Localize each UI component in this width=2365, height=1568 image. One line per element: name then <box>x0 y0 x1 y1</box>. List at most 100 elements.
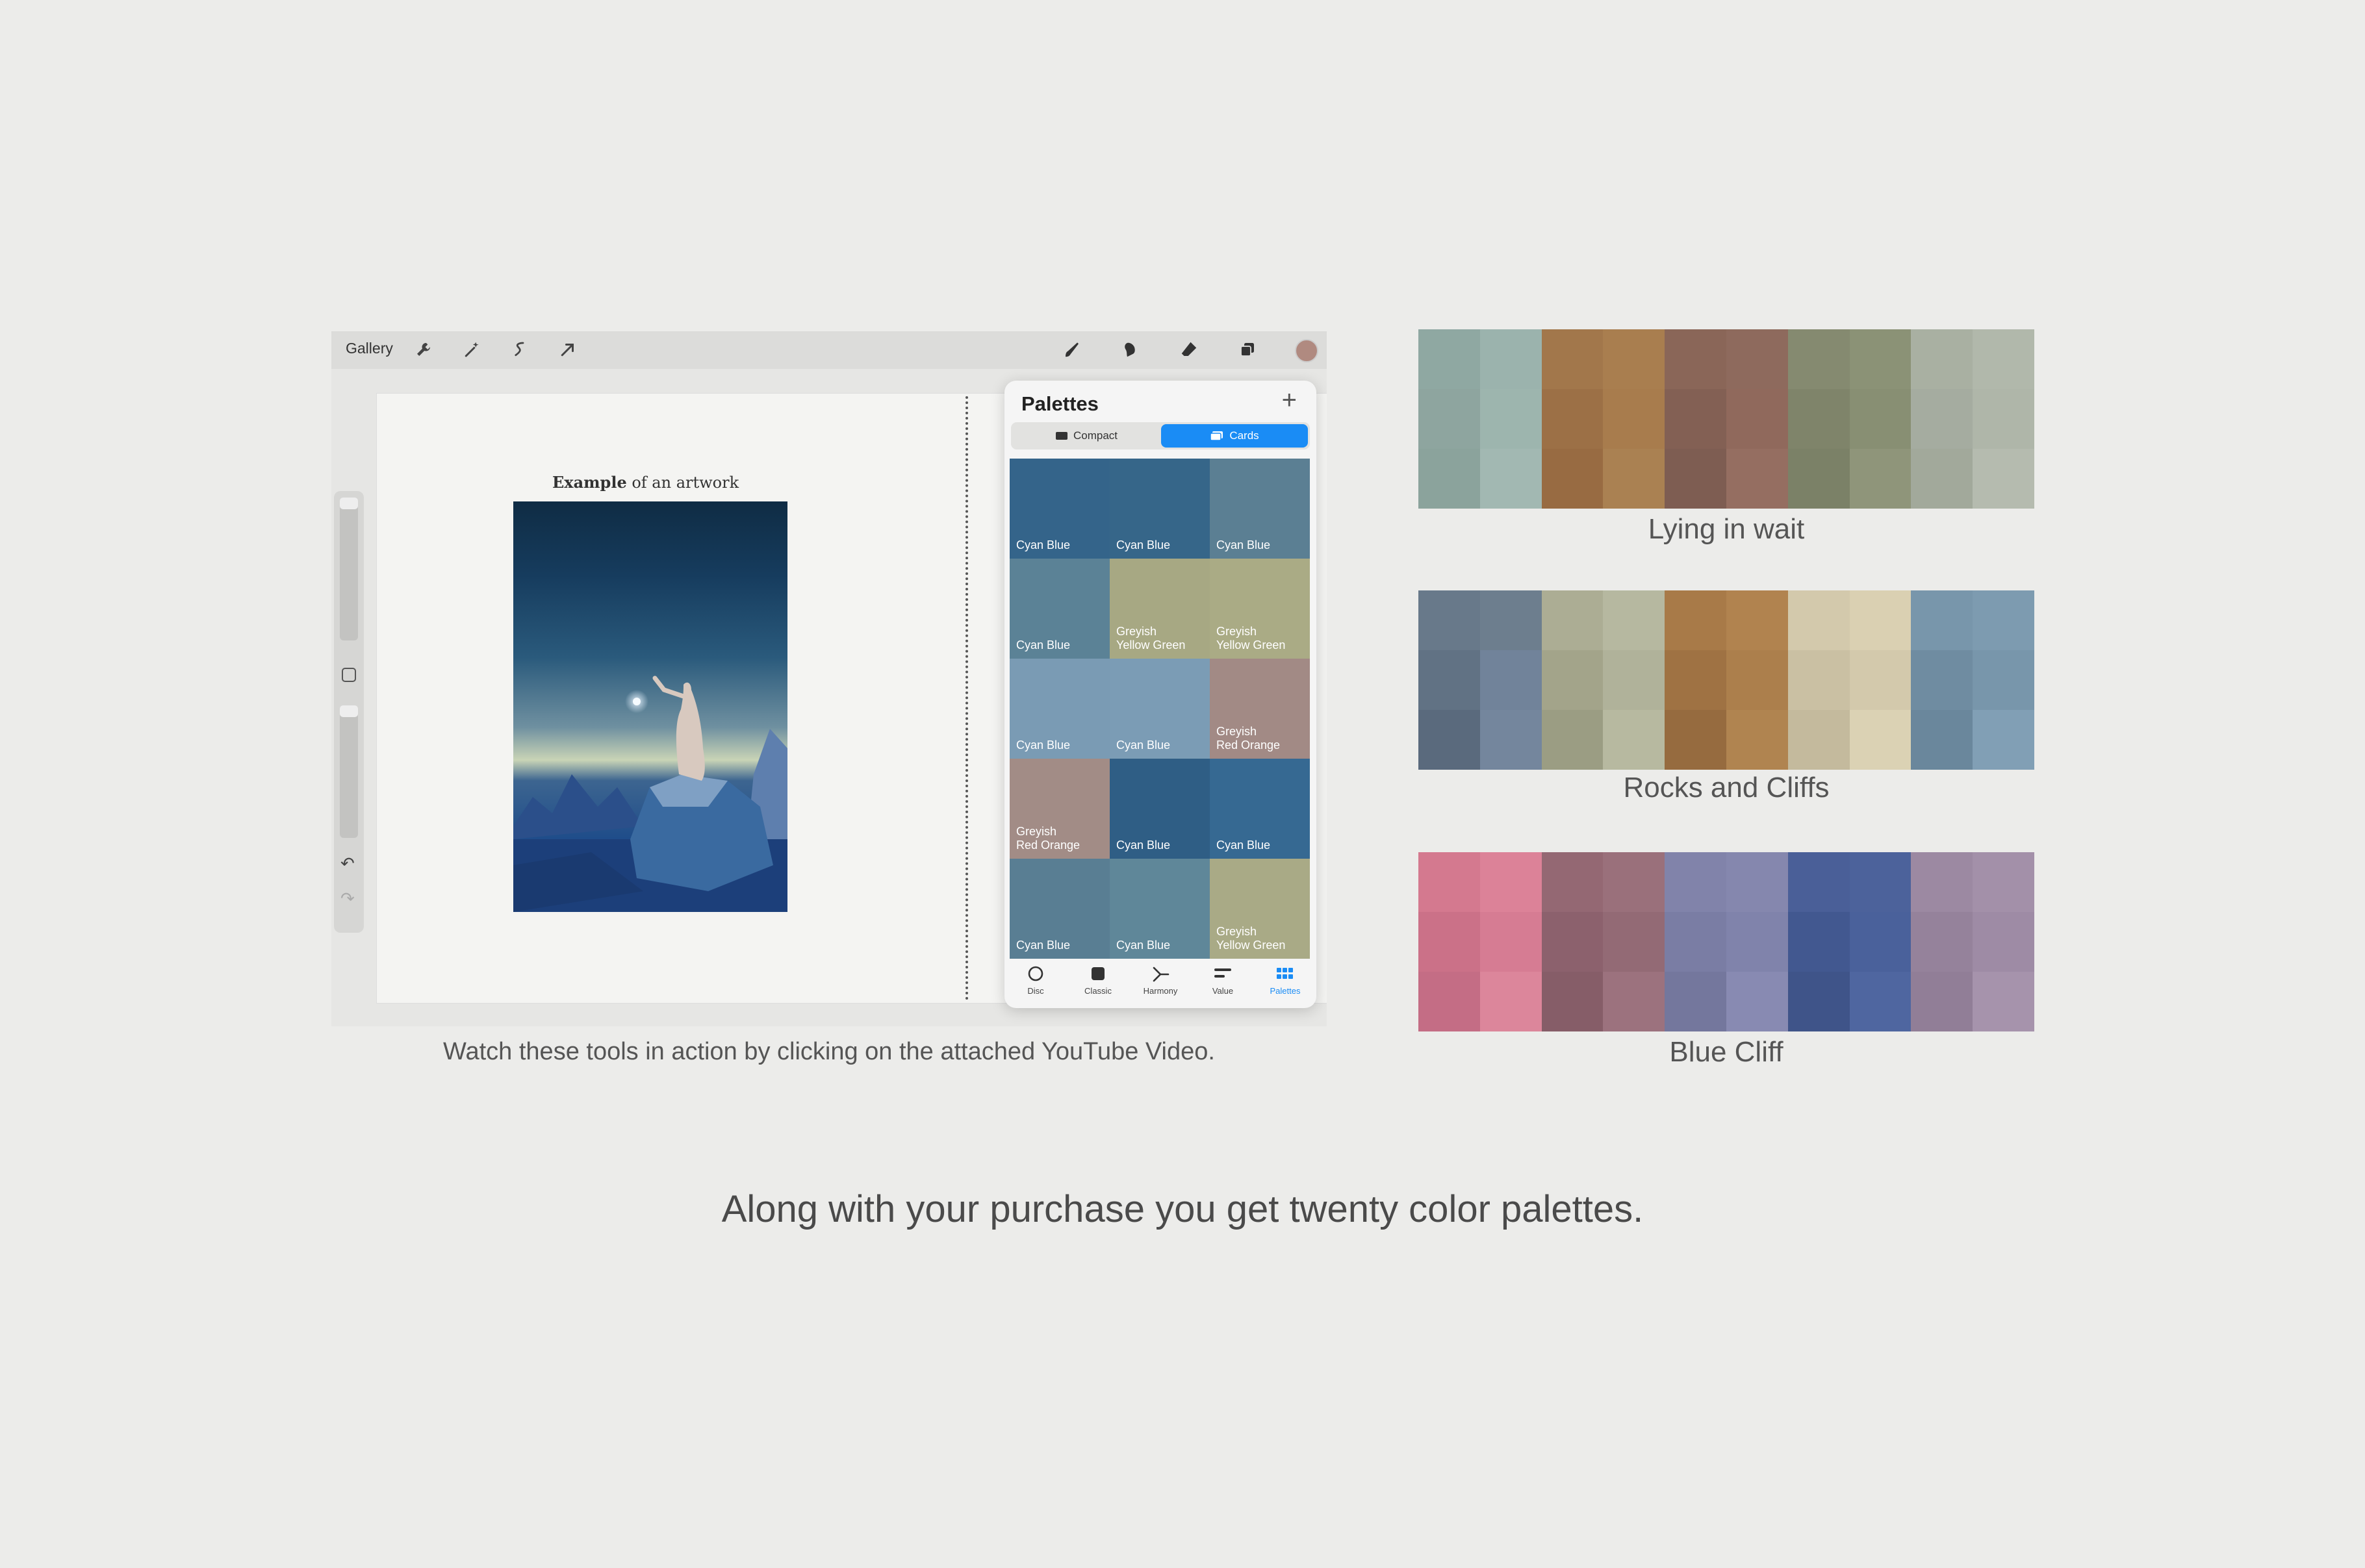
swatch-column <box>1418 329 1480 509</box>
swatch-column <box>1911 852 1973 1031</box>
swatch-cell <box>1726 590 1788 650</box>
tab-disc[interactable]: Disc <box>1010 959 1062 1008</box>
swatch-cell <box>1787 912 1850 972</box>
palette-card[interactable]: Cyan Blue <box>1110 859 1210 959</box>
swatch-cell <box>1541 389 1604 449</box>
swatch-cell <box>1849 912 1911 972</box>
swatch-cell <box>1726 852 1788 912</box>
swatch-cell <box>1479 449 1542 509</box>
palette-card-label: Greyish Red Orange <box>1216 725 1281 752</box>
swatch-cell <box>1418 329 1480 389</box>
swatch-cell <box>1665 650 1726 710</box>
swatch-cell <box>1787 972 1850 1031</box>
palette-card[interactable]: Cyan Blue <box>1010 859 1110 959</box>
swatch-cell <box>1603 912 1665 972</box>
swatch-cell <box>1787 852 1850 912</box>
swatch-column <box>1418 852 1480 1031</box>
smudge-icon[interactable] <box>1119 338 1142 361</box>
palette-card[interactable]: Cyan Blue <box>1110 459 1210 559</box>
swatch-cell <box>1726 972 1788 1031</box>
swatch-cell <box>1665 329 1726 389</box>
swatch-cell <box>1665 972 1726 1031</box>
swatch-column <box>1849 590 1911 770</box>
swatch-cell <box>1603 650 1665 710</box>
palette-card[interactable]: Greyish Red Orange <box>1010 759 1110 859</box>
swatch-cell <box>1479 972 1542 1031</box>
swatch-cell <box>1418 710 1480 770</box>
palette-name: Blue Cliff <box>1669 1036 1783 1068</box>
wrench-icon[interactable] <box>412 338 435 361</box>
brush-size-slider[interactable] <box>340 498 358 640</box>
palette-card[interactable]: Cyan Blue <box>1110 659 1210 759</box>
value-icon <box>1213 964 1233 983</box>
tab-value[interactable]: Value <box>1197 959 1249 1008</box>
selection-icon[interactable] <box>508 338 531 361</box>
palette-swatch-blue-cliff <box>1418 852 2034 1031</box>
left-sidebar: ↶ ↷ <box>334 491 364 933</box>
palette-card-label: Cyan Blue <box>1116 538 1171 551</box>
palette-card[interactable]: Greyish Red Orange <box>1210 659 1310 759</box>
opacity-slider[interactable] <box>340 705 358 838</box>
swatch-cell <box>1418 389 1480 449</box>
palette-card[interactable]: Cyan Blue <box>1010 559 1110 659</box>
compact-view-button[interactable]: Compact <box>1013 424 1160 448</box>
color-mode-tabs: Disc Classic Harmony Value Palettes <box>1004 959 1316 1008</box>
undo-icon[interactable]: ↶ <box>340 854 355 874</box>
swatch-cell <box>1726 710 1788 770</box>
brush-icon[interactable] <box>1060 338 1084 361</box>
current-color-button[interactable] <box>1295 339 1318 362</box>
redo-icon[interactable]: ↷ <box>340 889 355 909</box>
swatch-cell <box>1973 852 2034 912</box>
swatch-column <box>1973 590 2034 770</box>
swatch-cell <box>1479 710 1542 770</box>
compact-icon <box>1055 432 1067 440</box>
tab-palettes[interactable]: Palettes <box>1259 959 1311 1008</box>
palette-card-label: Cyan Blue <box>1016 538 1071 551</box>
swatch-cell <box>1665 590 1726 650</box>
swatch-cell <box>1911 449 1973 509</box>
palette-card[interactable]: Cyan Blue <box>1010 459 1110 559</box>
gallery-button[interactable]: Gallery <box>346 340 393 357</box>
swatch-cell <box>1665 389 1726 449</box>
swatch-cell <box>1418 972 1480 1031</box>
swatch-cell <box>1911 389 1973 449</box>
harmony-icon <box>1151 964 1170 983</box>
swatch-cell <box>1849 389 1911 449</box>
swatch-cell <box>1973 912 2034 972</box>
transform-arrow-icon[interactable] <box>556 338 580 361</box>
magic-wand-icon[interactable] <box>460 338 483 361</box>
swatch-cell <box>1603 590 1665 650</box>
swatch-cell <box>1603 449 1665 509</box>
swatch-column <box>1479 590 1542 770</box>
palette-card[interactable]: Cyan Blue <box>1210 759 1310 859</box>
modify-button[interactable] <box>342 668 356 682</box>
palette-card[interactable]: Cyan Blue <box>1110 759 1210 859</box>
palette-card[interactable]: Greyish Yellow Green <box>1110 559 1210 659</box>
palette-card-label: Greyish Yellow Green <box>1216 925 1286 952</box>
palette-card[interactable]: Greyish Yellow Green <box>1210 859 1310 959</box>
procreate-screenshot: Gallery ↶ ↷ Example of an artwork Palett… <box>331 331 1327 1026</box>
palette-card[interactable]: Greyish Yellow Green <box>1210 559 1310 659</box>
artwork-title: Example of an artwork <box>552 473 739 492</box>
swatch-cell <box>1849 852 1911 912</box>
swatch-cell <box>1849 449 1911 509</box>
tab-harmony[interactable]: Harmony <box>1134 959 1186 1008</box>
swatch-cell <box>1911 972 1973 1031</box>
swatch-cell <box>1726 912 1788 972</box>
swatch-cell <box>1787 449 1850 509</box>
swatch-cell <box>1603 710 1665 770</box>
swatch-column <box>1665 852 1726 1031</box>
swatch-cell <box>1973 389 2034 449</box>
eraser-icon[interactable] <box>1177 338 1201 361</box>
cards-view-button[interactable]: Cards <box>1161 424 1308 448</box>
swatch-cell <box>1418 912 1480 972</box>
swatch-cell <box>1418 449 1480 509</box>
swatch-cell <box>1787 590 1850 650</box>
swatch-cell <box>1603 972 1665 1031</box>
palette-card-label: Cyan Blue <box>1216 538 1271 551</box>
tab-classic[interactable]: Classic <box>1072 959 1124 1008</box>
layers-icon[interactable] <box>1236 338 1259 361</box>
palette-card[interactable]: Cyan Blue <box>1210 459 1310 559</box>
add-palette-button[interactable]: + <box>1282 386 1297 415</box>
palette-card[interactable]: Cyan Blue <box>1010 659 1110 759</box>
